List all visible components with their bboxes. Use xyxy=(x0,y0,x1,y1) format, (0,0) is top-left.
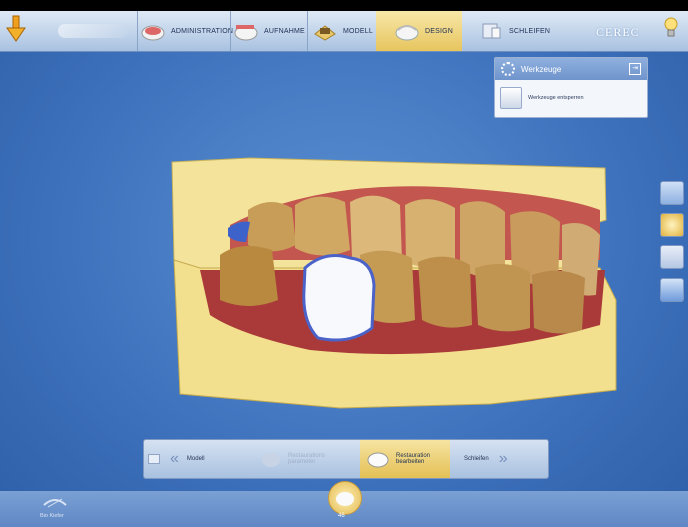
tools-panel-title: Werkzeuge xyxy=(521,64,562,74)
milling-icon xyxy=(478,18,504,44)
edit-restoration-button[interactable]: Restauration bearbeiten xyxy=(360,440,450,478)
phase-bar-toggle-icon[interactable] xyxy=(148,454,160,464)
restoration-crown[interactable] xyxy=(302,254,376,342)
administration-icon xyxy=(140,18,166,44)
tools-panel-header: Werkzeuge ⇥ xyxy=(495,58,647,80)
home-arrow-icon[interactable] xyxy=(6,15,26,43)
next-label: Schleifen xyxy=(464,456,489,462)
analysis-tool-icon[interactable] xyxy=(660,245,684,269)
step-label: DESIGN xyxy=(425,27,454,35)
double-chevron-left-icon: « xyxy=(170,450,179,467)
tooth-parameter-icon xyxy=(262,453,280,467)
step-label: ADMINISTRATION xyxy=(171,27,234,35)
step-label: SCHLEIFEN xyxy=(509,27,551,35)
tooth-selector[interactable] xyxy=(328,481,362,515)
patient-name-blurred xyxy=(58,24,128,38)
back-label: Modell xyxy=(186,456,205,462)
next-schleifen-button[interactable]: Schleifen » xyxy=(454,440,544,478)
brand-logo: CEREC xyxy=(596,25,640,39)
bio-jaw-icon[interactable] xyxy=(42,493,68,511)
top-black-strip xyxy=(0,0,688,11)
bio-jaw-label: Bio Kiefer xyxy=(40,513,64,519)
step-label: AUFNAHME xyxy=(264,27,305,35)
tooth-icon xyxy=(336,492,354,506)
unlock-tools-row[interactable]: Werkzeuge entsperren xyxy=(495,80,647,116)
model-icon xyxy=(312,18,338,44)
step-separator xyxy=(230,11,231,51)
view-cube-icon[interactable] xyxy=(660,181,684,205)
design-icon xyxy=(394,18,420,44)
step-modell[interactable]: MODELL xyxy=(312,11,374,51)
unlock-tools-label: Werkzeuge entsperren xyxy=(528,95,584,101)
back-to-modell-button[interactable]: « Modell xyxy=(164,440,254,478)
lightbulb-icon[interactable] xyxy=(664,16,678,40)
step-aufnahme[interactable]: AUFNAHME xyxy=(233,11,305,51)
parameter-label: Restaurations parameter xyxy=(288,453,326,465)
phase-bar: « Modell Restaurations parameter Restaur… xyxy=(143,439,549,479)
step-separator xyxy=(307,11,308,51)
step-design[interactable]: DESIGN xyxy=(376,11,462,51)
dental-model-viewport[interactable] xyxy=(160,150,620,410)
step-schleifen[interactable]: SCHLEIFEN xyxy=(478,11,550,51)
screenshot-icon[interactable] xyxy=(660,278,684,302)
step-administration[interactable]: ADMINISTRATION xyxy=(140,11,233,51)
tooth-selection-icon[interactable] xyxy=(660,213,684,237)
double-chevron-right-icon: » xyxy=(498,450,508,467)
unlock-icon[interactable] xyxy=(500,87,522,109)
step-separator xyxy=(137,11,138,51)
restoration-parameter-button[interactable]: Restaurations parameter xyxy=(256,440,360,478)
tooth-number: 46 xyxy=(338,513,345,519)
tools-panel: Werkzeuge ⇥ Werkzeuge entsperren xyxy=(494,57,648,118)
collapse-icon[interactable]: ⇥ xyxy=(629,63,641,75)
step-label: MODELL xyxy=(343,27,373,35)
crown-edit-icon xyxy=(367,452,389,468)
intraoral-scan-icon xyxy=(233,18,259,44)
active-phase-label: Restauration bearbeiten xyxy=(396,453,431,465)
gear-icon xyxy=(501,62,515,76)
